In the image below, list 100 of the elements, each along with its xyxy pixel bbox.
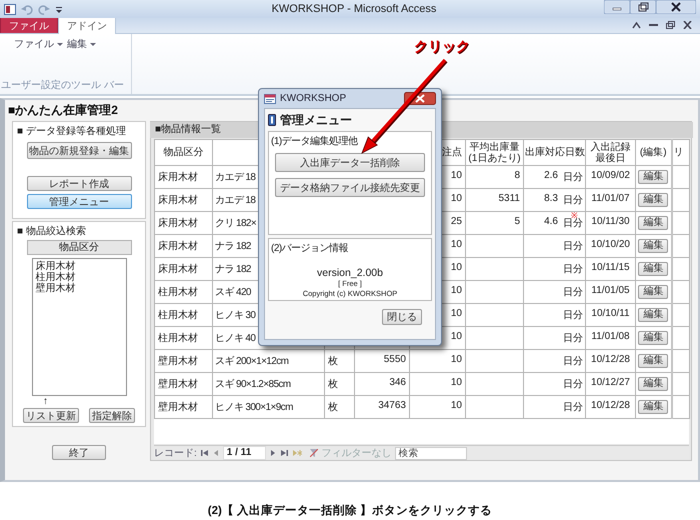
column-header: 入出記録 (590, 142, 630, 152)
edit-button[interactable]: 編集 (638, 239, 668, 253)
table-cell: 床用木材 (154, 258, 212, 280)
table-cell: 枚 (324, 350, 354, 372)
edit-button[interactable]: 編集 (638, 262, 668, 276)
column-header: (編集) (640, 147, 667, 158)
table-cell: スギ 90×1.2×85cm (212, 372, 324, 396)
table-cell: 10/11/15 (586, 258, 636, 280)
table-cell: 11/01/08 (586, 326, 636, 350)
form-icon (264, 94, 276, 104)
edit-button[interactable]: 編集 (638, 377, 668, 391)
caption: (2)【 入出庫データ一括削除 】ボタンをクリックする (206, 503, 494, 518)
minimize-icon[interactable] (649, 21, 658, 29)
table-cell: 5311 (466, 188, 524, 212)
edit-button[interactable]: 編集 (638, 400, 668, 414)
edit-button[interactable]: 編集 (638, 285, 668, 299)
menu-button[interactable]: 編集 (67, 37, 96, 51)
unit-label: 日分 (563, 378, 583, 391)
table-cell: 5 (466, 212, 524, 234)
info-icon (268, 114, 276, 126)
menu-button[interactable]: ファイル (14, 37, 63, 51)
table-cell-text: 2.6 (544, 170, 558, 183)
unit-label: 日分 (563, 263, 583, 276)
group-label: (1)データ編集処理他 (270, 135, 358, 146)
unit-label: 日分 (563, 240, 583, 253)
column-header: 最後日 (596, 152, 626, 164)
list-header: 物品区分 (26, 240, 132, 255)
close-button[interactable] (656, 0, 696, 14)
hint-arrow: ↑ (43, 396, 48, 408)
table-cell: 10/12/28 (586, 350, 636, 372)
table-cell: 11/01/05 (586, 280, 636, 304)
action-button[interactable]: データ格納ファイル接続先変更 (275, 178, 425, 197)
unit-label: 日分 (563, 171, 583, 184)
edit-button[interactable]: 編集 (638, 170, 668, 184)
file-tab[interactable]: ファイル (0, 17, 58, 33)
table-cell: 床用木材 (154, 166, 212, 188)
caret-icon (90, 42, 96, 46)
table-cell: 10 (410, 350, 466, 372)
close-button[interactable]: 閉じる (382, 309, 422, 325)
list-item[interactable]: 床用木材 (36, 261, 122, 272)
category-list[interactable]: 床用木材 柱用木材 壁用木材 (32, 258, 126, 396)
first-record-icon[interactable] (200, 449, 209, 457)
menu-button[interactable]: 物品の新規登録・編集 (26, 142, 132, 159)
edit-button[interactable]: 編集 (638, 308, 668, 322)
table-cell: 柱用木材 (154, 304, 212, 326)
column-header: 出庫対応日数 (525, 147, 585, 158)
last-record-icon[interactable] (280, 449, 288, 457)
unit-label: 日分 (563, 286, 583, 299)
table-cell: 11/01/07 (586, 188, 636, 212)
edit-button[interactable]: 編集 (638, 193, 668, 207)
table-cell: 壁用木材 (154, 350, 212, 372)
exit-button[interactable]: 終了 (52, 445, 106, 460)
table-cell: 8 (466, 166, 524, 188)
unit-label: 日分 (563, 332, 583, 345)
column-header: 平均出庫量 (470, 142, 520, 152)
unit-label: 日分 (563, 355, 583, 368)
funnel-icon (310, 449, 318, 457)
table-cell: 柱用木材 (154, 326, 212, 350)
table-cell: 床用木材 (154, 234, 212, 258)
table-cell: 床用木材 (154, 212, 212, 234)
menu-button[interactable]: レポート作成 (26, 176, 132, 191)
filter-button[interactable]: 指定解除 (89, 408, 135, 423)
restore-button[interactable] (630, 0, 656, 14)
collapse-ribbon-icon[interactable] (632, 21, 641, 29)
table-cell: 10/11/30 (586, 212, 636, 234)
list-item[interactable]: 壁用木材 (36, 283, 122, 294)
search-field[interactable]: 検索 (395, 446, 468, 460)
table-cell: 床用木材 (154, 188, 212, 212)
menu-button[interactable]: 管理メニュー (26, 194, 132, 209)
table-cell: 壁用木材 (154, 372, 212, 396)
restore-icon[interactable] (666, 21, 675, 29)
table-cell: 10/10/11 (586, 304, 636, 326)
filter-button[interactable]: リスト更新 (23, 408, 79, 423)
unit-label: 日分 (563, 401, 583, 414)
section-heading: ■ 物品絞込検索 (16, 224, 86, 237)
column-header: リ (674, 147, 684, 158)
list-item[interactable]: 柱用木材 (36, 272, 122, 283)
table-cell: 5550 (354, 350, 410, 372)
table-cell-text: 4.6 (544, 216, 558, 229)
record-label: レコード: (154, 447, 197, 460)
record-position-field[interactable]: 1 / 11 (222, 446, 266, 460)
edit-button[interactable]: 編集 (638, 216, 668, 230)
edit-button[interactable]: 編集 (638, 354, 668, 368)
table-cell: 346 (354, 372, 410, 396)
warning-mark: ※ (571, 212, 578, 220)
ribbon-tab[interactable]: アドイン (58, 17, 116, 34)
form-title: ■かんたん在庫管理2 (8, 102, 118, 119)
edit-button[interactable]: 編集 (638, 331, 668, 345)
action-button[interactable]: 入出庫データ一括削除 (275, 153, 425, 172)
next-record-icon[interactable] (270, 449, 276, 457)
unit-label: 日分 (563, 218, 583, 230)
table-cell: 10 (410, 372, 466, 396)
caret-icon (57, 42, 63, 46)
close-icon[interactable] (683, 21, 692, 29)
app-icon[interactable] (4, 4, 16, 14)
column-header: 物品区分 (164, 147, 204, 158)
column-header: (1日あたり) (468, 152, 521, 164)
table-cell: 10/09/02 (586, 166, 636, 188)
window-title: KWORKSHOP - Microsoft Access (270, 3, 438, 15)
section-heading: ■ データ登録等各種処理 (16, 125, 126, 137)
